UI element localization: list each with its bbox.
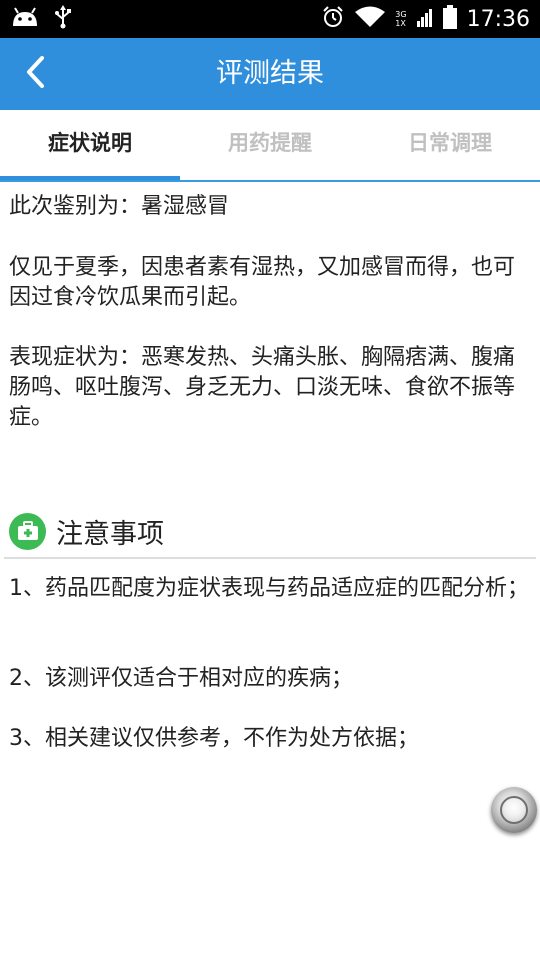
diagnosis-text: 此次鉴别为：暑湿感冒 <box>9 194 230 219</box>
medical-kit-icon <box>9 512 46 550</box>
status-bar: 3G 1X 17:36 <box>0 0 540 38</box>
tab-medication-reminder[interactable]: 用药提醒 <box>180 110 360 180</box>
alarm-icon <box>321 5 345 33</box>
notice-item: 3、相关建议仅供参考，不作为处方依据； <box>9 726 419 751</box>
wifi-icon <box>355 6 386 32</box>
active-tab-indicator <box>0 176 180 180</box>
assistive-touch-button[interactable] <box>491 787 537 833</box>
tab-daily-care[interactable]: 日常调理 <box>360 110 540 180</box>
tab-bar: 症状说明 用药提醒 日常调理 <box>0 110 540 182</box>
divider <box>4 557 536 559</box>
signal-icon <box>416 6 433 32</box>
page-title: 评测结果 <box>216 58 324 89</box>
symptoms-text: 表现症状为：恶寒发热、头痛头胀、胸隔痞满、腹痛肠鸣、呕吐腹泻、身乏无力、口淡无味… <box>9 345 516 430</box>
android-icon <box>10 6 40 32</box>
assistive-touch-icon <box>500 796 528 824</box>
status-bar-left <box>10 5 72 33</box>
notice-item: 2、该测评仅适合于相对应的疾病； <box>9 666 353 691</box>
app-bar: 评测结果 <box>0 38 540 110</box>
notice-header: 注意事项 <box>9 511 164 551</box>
tab-symptom-description[interactable]: 症状说明 <box>0 110 180 180</box>
status-bar-right: 3G 1X 17:36 <box>321 5 530 33</box>
network-type-label: 3G 1X <box>395 10 406 28</box>
cause-text: 仅见于夏季，因患者素有湿热，又加感冒而得，也可因过食冷饮瓜果而引起。 <box>9 255 516 310</box>
network-label-bottom: 1X <box>395 19 406 28</box>
status-time: 17:36 <box>466 6 530 32</box>
battery-icon <box>442 5 457 33</box>
network-label-top: 3G <box>395 10 407 19</box>
usb-icon <box>54 5 72 33</box>
notice-item: 1、药品匹配度为症状表现与药品适应症的匹配分析； <box>9 576 529 601</box>
notice-title: 注意事项 <box>56 518 164 550</box>
